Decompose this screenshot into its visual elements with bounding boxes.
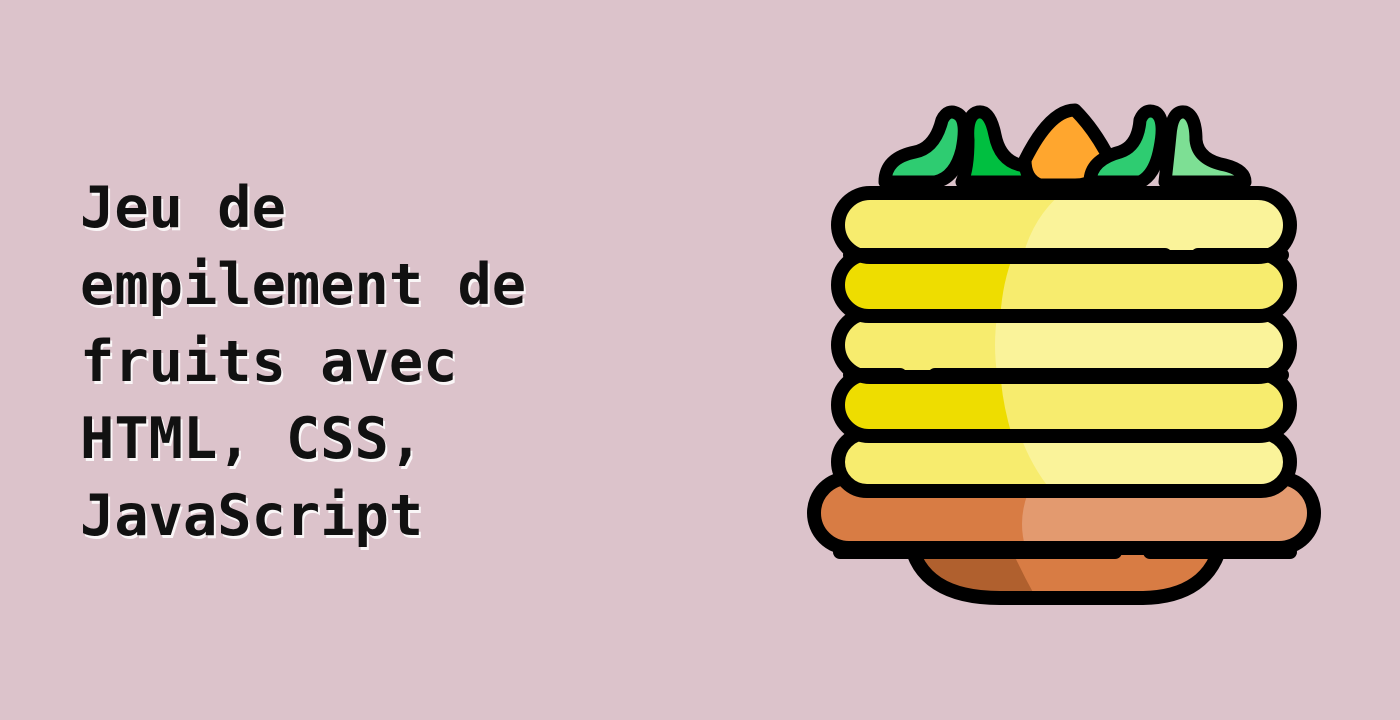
title-line-4: HTML, CSS, bbox=[80, 406, 424, 472]
fruit-topping bbox=[878, 103, 1252, 192]
page-title: Jeu de empilement de fruits avec HTML, C… bbox=[80, 170, 700, 555]
title-line-1: Jeu de bbox=[80, 175, 286, 241]
title-line-2: empilement de bbox=[80, 252, 527, 318]
title-line-3: fruits avec bbox=[80, 329, 458, 395]
pancake-stack-icon bbox=[807, 103, 1321, 605]
title-line-5: JavaScript bbox=[80, 483, 424, 549]
